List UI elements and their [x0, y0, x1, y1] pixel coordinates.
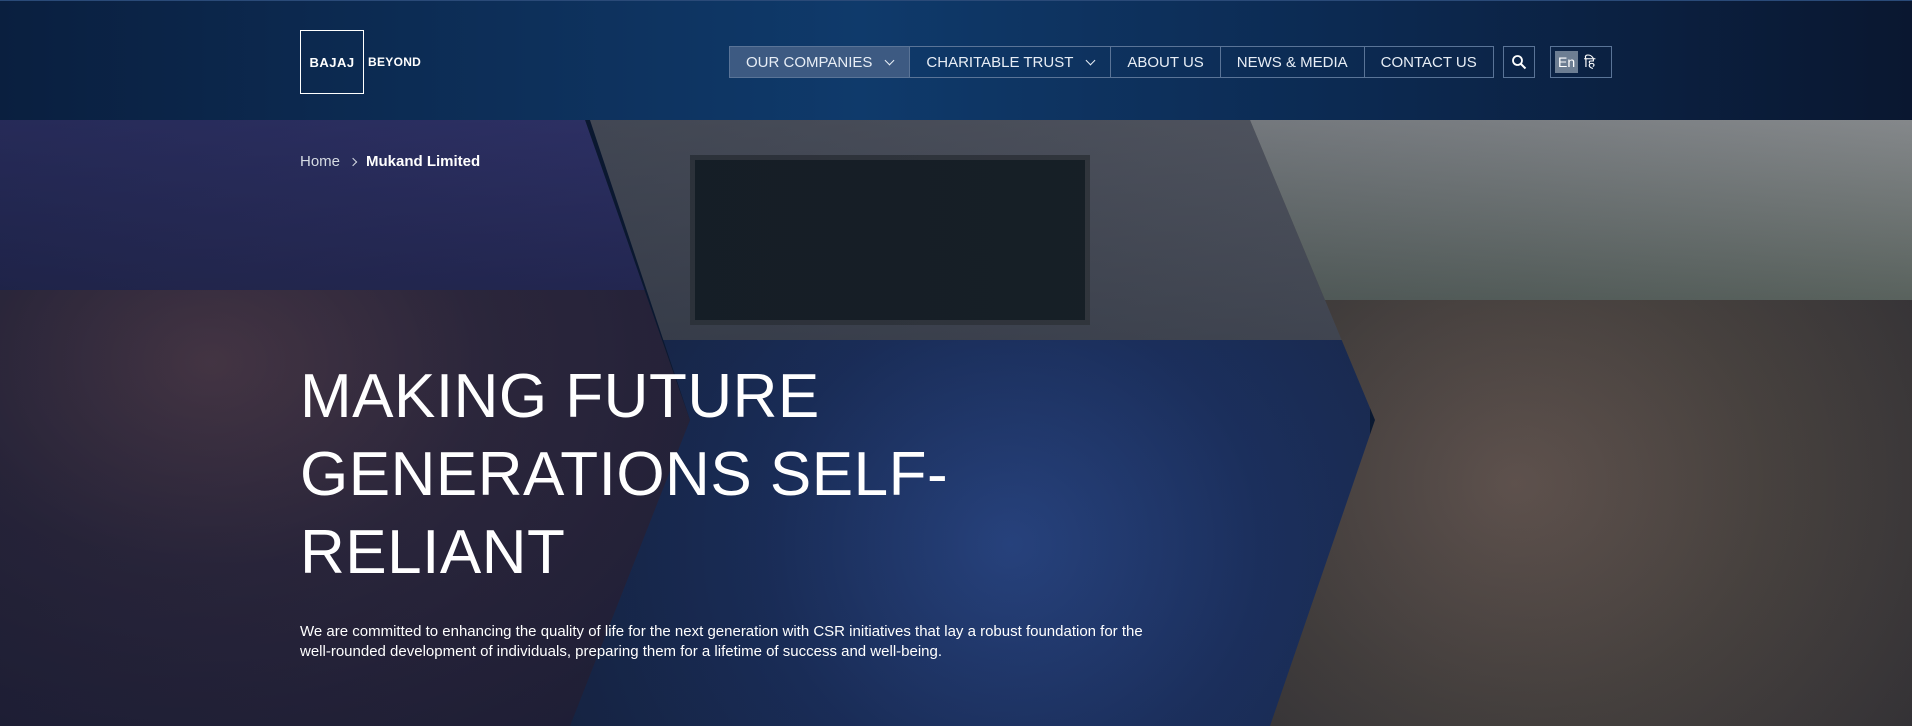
nav-news-media[interactable]: NEWS & MEDIA [1221, 47, 1365, 77]
search-button[interactable] [1503, 46, 1535, 78]
main-nav: OUR COMPANIES CHARITABLE TRUST ABOUT US … [729, 46, 1494, 78]
search-icon [1512, 55, 1527, 70]
breadcrumb-current: Mukand Limited [366, 153, 481, 170]
hero-headline: MAKING FUTURE GENERATIONS SELF-RELIANT [300, 362, 949, 587]
lang-hi-button[interactable]: हि [1584, 53, 1595, 72]
nav-contact-us[interactable]: CONTACT US [1365, 47, 1493, 77]
nav-label: OUR COMPANIES [746, 53, 873, 71]
nav-charitable-trust[interactable]: CHARITABLE TRUST [910, 47, 1112, 77]
breadcrumb-home-link[interactable]: Home [300, 153, 340, 170]
site-header: BAJAJ BEYOND OUR COMPANIES CHARITABLE TR… [0, 0, 1912, 120]
logo-box: BAJAJ [300, 30, 364, 94]
brand-logo[interactable]: BAJAJ BEYOND [300, 30, 421, 94]
nav-label: CONTACT US [1380, 53, 1477, 71]
nav-label: CHARITABLE TRUST [926, 53, 1074, 71]
logo-text: BAJAJ [309, 54, 355, 70]
nav-label: NEWS & MEDIA [1236, 53, 1348, 71]
nav-label: ABOUT US [1127, 53, 1204, 71]
nav-about-us[interactable]: ABOUT US [1111, 47, 1221, 77]
lang-en-button[interactable]: En [1555, 51, 1579, 73]
logo-beyond: BEYOND [368, 55, 422, 69]
hero-banner: Home Mukand Limited MAKING FUTURE GENERA… [0, 120, 1912, 726]
chevron-down-icon [884, 55, 895, 65]
chevron-right-icon [348, 157, 358, 166]
language-switcher: En हि [1550, 46, 1612, 78]
nav-our-companies[interactable]: OUR COMPANIES [730, 47, 911, 77]
hero-subtext: We are committed to enhancing the qualit… [300, 623, 1143, 660]
chevron-down-icon [1085, 55, 1096, 65]
breadcrumb: Home Mukand Limited [300, 153, 480, 170]
